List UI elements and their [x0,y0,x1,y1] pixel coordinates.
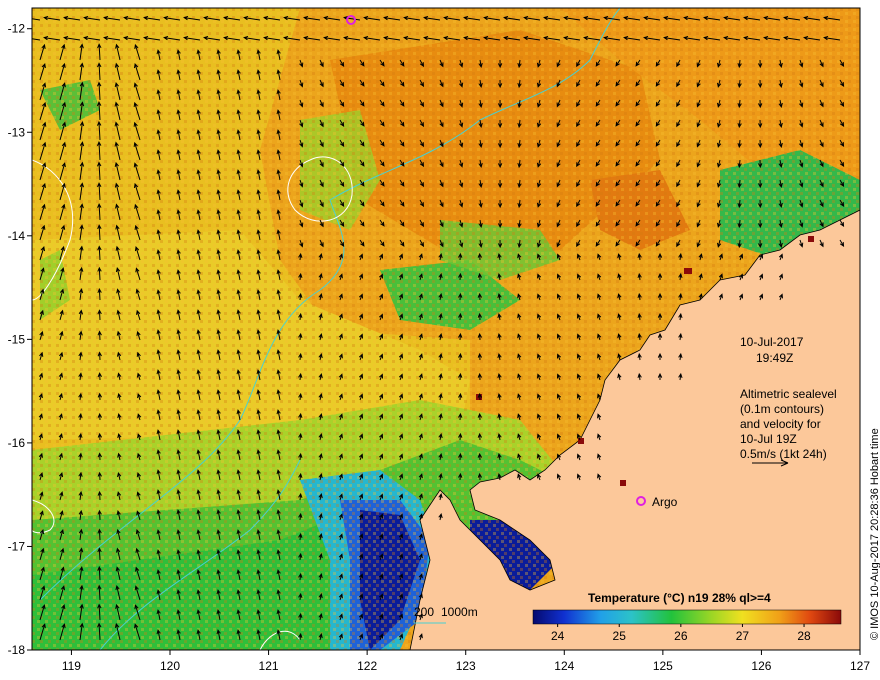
lon-tick-label: 119 [62,659,81,673]
lon-tick-label: 127 [850,659,870,673]
sst-map: Argo 10-Jul-2017 19:49Z Altimetric seale… [8,7,880,673]
lat-tick-label: -14 [8,229,26,243]
lat-tick-label: -18 [8,643,26,657]
credit-text: © IMOS 10-Aug-2017 20:28:36 Hobart time [869,428,880,640]
colorbar-title: Temperature (°C) n19 28% ql>=4 [588,591,771,605]
map-time: 19:49Z [756,351,793,365]
colorbar-tick-label: 28 [797,629,811,643]
lat-tick-label: -17 [8,539,26,553]
lon-tick-label: 120 [160,659,180,673]
lat-tick-label: -15 [8,332,26,346]
lon-tick-label: 122 [357,659,377,673]
lon-tick-label: 121 [259,659,279,673]
annotation-line: (0.1m contours) [740,402,824,416]
annotation-line: 10-Jul 19Z [740,432,797,446]
lat-tick-label: -16 [8,436,26,450]
argo-label: Argo [652,495,678,509]
map-date: 10-Jul-2017 [740,335,804,349]
sst-field: Argo 10-Jul-2017 19:49Z Altimetric seale… [32,8,860,650]
bathy-legend-1000: 1000m [441,605,478,619]
lon-tick-label: 125 [653,659,673,673]
colorbar-tick-label: 25 [613,629,627,643]
annotation-line: 0.5m/s (1kt 24h) [740,447,827,461]
lon-tick-label: 124 [554,659,574,673]
bathy-legend-200: 200 [414,605,434,619]
colorbar-tick-label: 24 [551,629,565,643]
lon-tick-label: 126 [751,659,771,673]
colorbar-tick-label: 27 [736,629,750,643]
lat-tick-label: -13 [8,125,26,139]
colorbar-tick-label: 26 [674,629,688,643]
lon-tick-label: 123 [456,659,476,673]
colorbar-gradient [532,609,842,625]
lat-tick-label: -12 [8,22,26,36]
annotation-line: Altimetric sealevel [740,387,837,401]
annotation-line: and velocity for [740,417,821,431]
